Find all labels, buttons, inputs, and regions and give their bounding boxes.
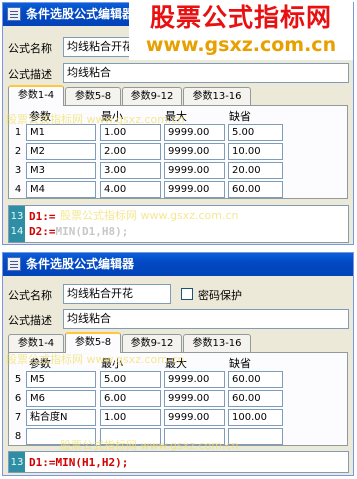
param-tabs: 参数1-4 参数5-8 参数9-12 参数13-16 (8, 332, 348, 353)
line-number: 13 (10, 457, 24, 468)
watermark-text: 股票公式指标网 www.gsxz.com.cn (60, 209, 239, 222)
formula-desc-input[interactable]: 均线粘合 (63, 63, 349, 83)
watermark-text: 股票公式指标网 www.gsxz.com.cn (6, 113, 185, 126)
code-line: D2:=MIN(D1,H8); (29, 225, 129, 238)
param-name-cell[interactable]: M5 (26, 371, 96, 388)
row-number: 2 (14, 146, 22, 157)
formula-code-editor[interactable]: 13 D1:=MIN(H1,H2); (8, 451, 349, 473)
line-number-gutter: 13 14 (9, 206, 25, 242)
param-default-cell[interactable]: 60.00 (228, 181, 283, 198)
site-banner: 股票公式指标网 www.gsxz.com.cn (129, 2, 353, 60)
param-default-cell[interactable]: 5.00 (228, 124, 283, 141)
param-name-cell[interactable]: M6 (26, 390, 96, 407)
watermark-text: 股票公式指标网 www.gsxz.com.cn (6, 353, 185, 366)
app-icon (7, 257, 21, 271)
tab-params-1-4[interactable]: 参数1-4 (8, 85, 64, 106)
param-tabs: 参数1-4 参数5-8 参数9-12 参数13-16 (8, 85, 348, 106)
row-number: 8 (14, 431, 22, 442)
line-number: 14 (10, 226, 24, 237)
row-number: 5 (14, 374, 22, 385)
param-name-cell[interactable]: 粘合度N (26, 409, 96, 426)
line-number-gutter: 13 (9, 452, 25, 472)
param-max-cell[interactable]: 9999.00 (164, 181, 225, 198)
tab-params-1-4[interactable]: 参数1-4 (8, 334, 64, 352)
banner-url: www.gsxz.com.cn (145, 34, 337, 56)
param-max-cell[interactable]: 9999.00 (164, 371, 225, 388)
param-min-cell[interactable]: 2.00 (100, 143, 161, 160)
param-name-cell[interactable]: M3 (26, 162, 96, 179)
param-name-cell[interactable]: M2 (26, 143, 96, 160)
param-default-cell[interactable]: 60.00 (228, 390, 283, 407)
param-max-cell[interactable]: 9999.00 (164, 409, 225, 426)
code-line: D1:= (29, 210, 56, 223)
line-number: 13 (10, 211, 24, 222)
tab-params-13-16[interactable]: 参数13-16 (183, 334, 251, 352)
row-number: 1 (14, 127, 22, 138)
formula-desc-label: 公式描述 (8, 68, 52, 81)
param-default-cell[interactable]: 60.00 (228, 371, 283, 388)
window-title: 条件选股公式编辑器 (26, 7, 135, 21)
param-min-cell[interactable]: 3.00 (100, 162, 161, 179)
watermark-text: 股票公式指标网 www.gsxz.com.cn (60, 439, 239, 452)
password-protect-checkbox[interactable] (181, 288, 193, 300)
param-default-cell[interactable]: 20.00 (228, 162, 283, 179)
tab-params-13-16[interactable]: 参数13-16 (183, 87, 251, 105)
col-header-default: 缺省 (229, 110, 251, 123)
param-min-cell[interactable]: 4.00 (100, 181, 161, 198)
tab-params-9-12[interactable]: 参数9-12 (122, 334, 182, 352)
row-number: 6 (14, 393, 22, 404)
param-min-cell[interactable]: 6.00 (100, 390, 161, 407)
tab-params-9-12[interactable]: 参数9-12 (122, 87, 182, 105)
formula-name-input[interactable]: 均线粘合开花 (63, 284, 171, 304)
formula-desc-input[interactable]: 均线粘合 (63, 309, 349, 329)
row-number: 7 (14, 412, 22, 423)
param-max-cell[interactable]: 9999.00 (164, 162, 225, 179)
row-number: 4 (14, 184, 22, 195)
code-line: D1:=MIN(H1,H2); (29, 456, 129, 469)
row-number: 3 (14, 165, 22, 176)
app-icon (7, 7, 21, 21)
banner-title: 股票公式指标网 (149, 3, 332, 32)
formula-name-label: 公式名称 (8, 289, 52, 302)
param-max-cell[interactable]: 9999.00 (164, 390, 225, 407)
param-name-cell[interactable]: M4 (26, 181, 96, 198)
password-protect-label: 密码保护 (198, 289, 242, 302)
col-header-default: 缺省 (229, 357, 251, 370)
tab-params-5-8[interactable]: 参数5-8 (65, 332, 121, 353)
tab-params-5-8[interactable]: 参数5-8 (65, 87, 121, 105)
param-min-cell[interactable]: 5.00 (100, 371, 161, 388)
param-min-cell[interactable]: 1.00 (100, 409, 161, 426)
param-max-cell[interactable]: 9999.00 (164, 143, 225, 160)
param-default-cell[interactable]: 10.00 (228, 143, 283, 160)
formula-desc-label: 公式描述 (8, 314, 52, 327)
formula-name-label: 公式名称 (8, 42, 52, 55)
window-title: 条件选股公式编辑器 (26, 257, 135, 271)
title-bar[interactable]: 条件选股公式编辑器 (3, 253, 353, 276)
param-default-cell[interactable]: 100.00 (228, 409, 283, 426)
